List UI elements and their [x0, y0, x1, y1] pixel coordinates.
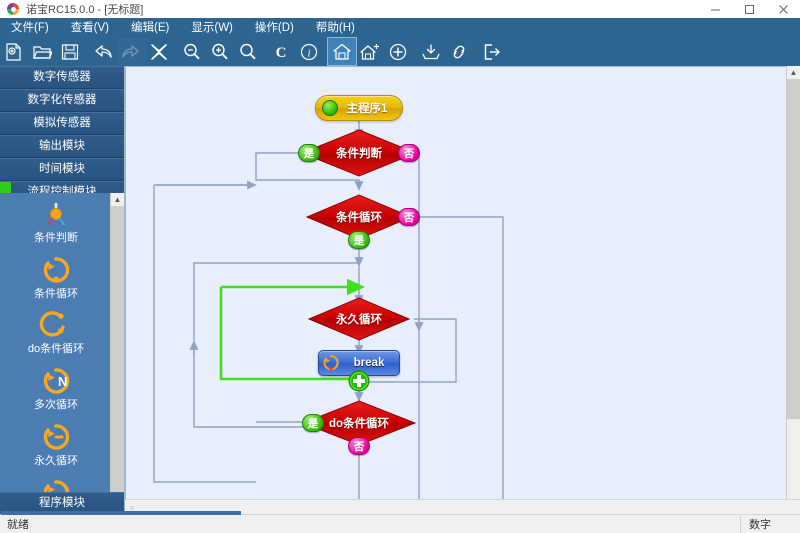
- palette-item-label: 多次循环: [34, 399, 78, 411]
- sidebar-category-label: 数字化传感器: [27, 94, 97, 106]
- menu-file[interactable]: 文件(F): [0, 19, 60, 37]
- sidebar-category-label: 模拟传感器: [33, 117, 91, 129]
- svg-text:C: C: [276, 45, 287, 61]
- n-times-loop-icon: N: [39, 364, 73, 398]
- title-bar: 诺宝RC15.0.0 - [无标题]: [0, 0, 800, 18]
- node-label: break: [353, 357, 385, 369]
- palette-item-label: 永久循环: [34, 455, 78, 467]
- home-icon[interactable]: [327, 37, 357, 66]
- svg-text:i: i: [307, 47, 310, 59]
- sidebar-category-label: 数字传感器: [33, 71, 91, 83]
- menu-display[interactable]: 显示(W): [180, 19, 244, 37]
- vertical-scroll-thumb[interactable]: [787, 79, 800, 419]
- flowchart-canvas[interactable]: 主程序1 条件判断 是 否 条件循环 否 是 永久循环 break do条件循环…: [125, 66, 787, 514]
- branch-pill-no[interactable]: 否: [398, 144, 420, 162]
- condition-loop-icon: [39, 253, 73, 287]
- canvas-vertical-scrollbar[interactable]: ▲ ▼: [786, 66, 800, 514]
- zoom-out-icon[interactable]: [178, 38, 206, 65]
- delete-cross-icon[interactable]: [145, 38, 173, 65]
- sidebar-category-digital-sensor[interactable]: 数字传感器: [0, 66, 124, 89]
- branch-pill-yes[interactable]: 是: [348, 231, 370, 249]
- sidebar-category-time-module[interactable]: 时间模块: [0, 158, 124, 181]
- palette-item-label: 条件判断: [34, 232, 78, 244]
- sidebar-category-digitized-sensor[interactable]: 数字化传感器: [0, 89, 124, 112]
- palette-item-label: do条件循环: [27, 343, 85, 355]
- sidebar-category-analog-sensor[interactable]: 模拟传感器: [0, 112, 124, 135]
- undo-icon[interactable]: [89, 38, 117, 65]
- status-mode: 数字: [740, 515, 800, 533]
- node-forever-loop[interactable]: 永久循环: [308, 297, 410, 341]
- application-window: 诺宝RC15.0.0 - [无标题] 文件(F) 查看(V) 编辑(E) 显示(…: [0, 0, 800, 533]
- zoom-in-icon[interactable]: [206, 38, 234, 65]
- break-loop-icon: [319, 351, 343, 375]
- status-progress-indicator: [1, 511, 241, 515]
- link-icon[interactable]: [445, 38, 473, 65]
- palette-list: 条件判断 条件循环 do条件循环 N 多次循环 永久循环: [0, 193, 124, 514]
- scroll-up-button[interactable]: ▲: [787, 66, 800, 79]
- branch-pill-yes[interactable]: 是: [298, 144, 320, 162]
- node-label: 条件循环: [336, 212, 382, 224]
- node-main-program-1[interactable]: 主程序1: [315, 95, 403, 121]
- open-folder-icon[interactable]: [28, 38, 56, 65]
- condition-judge-icon: [39, 197, 73, 231]
- redo-icon[interactable]: [117, 38, 145, 65]
- do-condition-loop-icon: [39, 308, 73, 342]
- menu-operate[interactable]: 操作(D): [244, 19, 305, 37]
- add-statement-button[interactable]: [348, 370, 370, 392]
- exit-icon[interactable]: [478, 38, 506, 65]
- palette-item-forever-loop[interactable]: 永久循环: [1, 418, 111, 476]
- save-icon[interactable]: [56, 38, 84, 65]
- tool-bar: C i: [0, 37, 800, 67]
- palette-item-condition-judge[interactable]: 条件判断: [1, 195, 111, 253]
- menu-view[interactable]: 查看(V): [60, 19, 120, 37]
- maximize-button[interactable]: [732, 0, 766, 18]
- info-icon[interactable]: i: [295, 38, 323, 65]
- svg-text:N: N: [58, 374, 67, 389]
- home-add-icon[interactable]: [356, 38, 384, 65]
- branch-pill-no[interactable]: 否: [348, 437, 370, 455]
- start-indicator-icon: [322, 100, 338, 116]
- palette-item-label: 条件循环: [34, 288, 78, 300]
- flowchart-content: 主程序1 条件判断 是 否 条件循环 否 是 永久循环 break do条件循环…: [126, 67, 786, 513]
- sidebar-category-label: 时间模块: [39, 163, 85, 175]
- menu-bar: 文件(F) 查看(V) 编辑(E) 显示(W) 操作(D) 帮助(H): [0, 18, 800, 38]
- forever-loop-icon: [39, 420, 73, 454]
- palette-item-condition-loop[interactable]: 条件循环: [1, 251, 111, 309]
- new-file-icon[interactable]: [0, 38, 28, 65]
- sidebar-category-label: 输出模块: [39, 140, 85, 152]
- close-button[interactable]: [766, 0, 800, 18]
- zoom-reset-icon[interactable]: [234, 38, 262, 65]
- download-icon[interactable]: [417, 38, 445, 65]
- status-bar: 就绪 数字: [0, 511, 800, 533]
- sidebar-scroll-up-button[interactable]: ▲: [111, 193, 124, 206]
- sidebar-category-label: 程序模块: [39, 497, 85, 509]
- add-circle-icon[interactable]: [384, 38, 412, 65]
- branch-pill-no[interactable]: 否: [398, 208, 420, 226]
- window-controls: [698, 0, 800, 18]
- minimize-button[interactable]: [698, 0, 732, 18]
- sidebar-category-output-module[interactable]: 输出模块: [0, 135, 124, 158]
- logo-icon: [6, 2, 20, 16]
- flowchart-connectors: [153, 121, 504, 513]
- compile-c-icon[interactable]: C: [267, 38, 295, 65]
- window-title: 诺宝RC15.0.0 - [无标题]: [26, 4, 144, 16]
- node-label: 永久循环: [336, 314, 382, 326]
- sidebar-scrollbar[interactable]: ▲ ▼: [110, 193, 124, 514]
- sidebar-scroll-thumb[interactable]: [111, 206, 124, 494]
- palette-item-n-times-loop[interactable]: N 多次循环: [1, 362, 111, 420]
- menu-help[interactable]: 帮助(H): [305, 19, 366, 37]
- status-text: 就绪: [7, 519, 29, 531]
- sidebar: 数字传感器 数字化传感器 模拟传感器 输出模块 时间模块 流程控制模块 条件判断…: [0, 66, 125, 514]
- node-label: 主程序1: [346, 103, 388, 115]
- menu-edit[interactable]: 编辑(E): [120, 19, 180, 37]
- branch-pill-yes[interactable]: 是: [302, 414, 324, 432]
- palette-item-do-condition-loop[interactable]: do条件循环: [1, 306, 111, 364]
